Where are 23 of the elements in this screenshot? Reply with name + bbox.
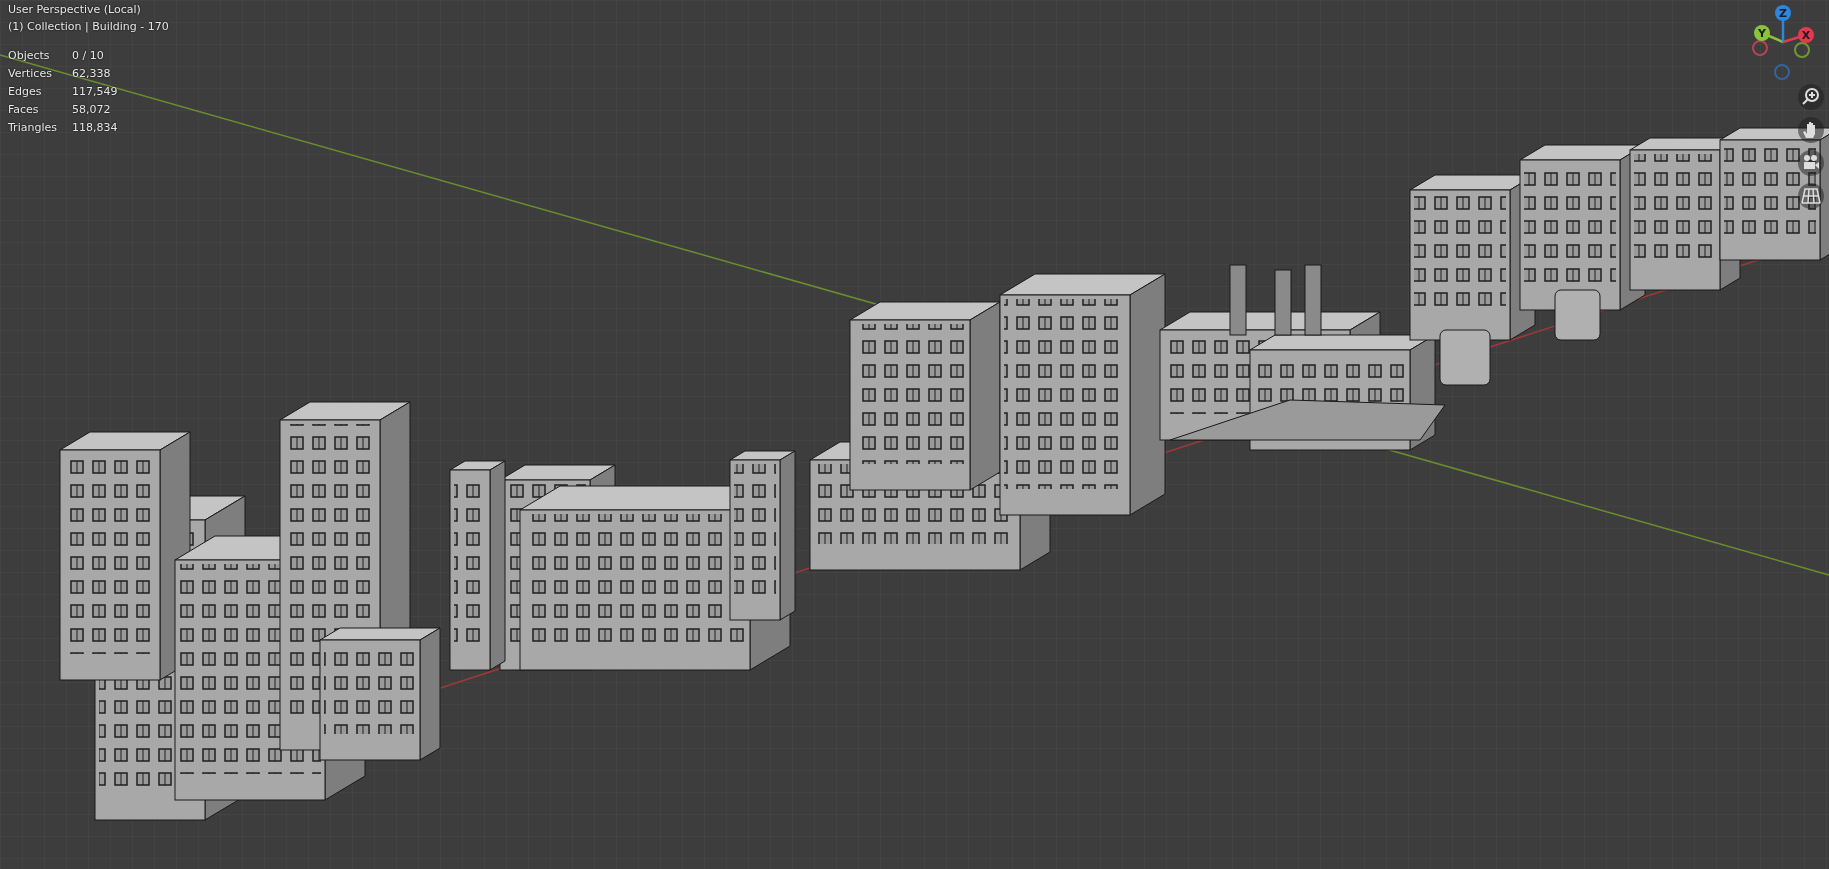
- stat-value: 118,834: [72, 120, 118, 136]
- axis-handle[interactable]: Y: [1754, 25, 1770, 41]
- stat-label: Faces: [8, 102, 39, 118]
- negative-axis-handle[interactable]: [1774, 64, 1790, 80]
- stat-value: 62,338: [72, 66, 111, 82]
- camera-icon[interactable]: [1798, 150, 1824, 176]
- grid-icon[interactable]: [1798, 183, 1824, 209]
- stat-label: Objects: [8, 48, 50, 64]
- negative-axis-handle[interactable]: [1794, 42, 1810, 58]
- hand-icon[interactable]: [1798, 117, 1824, 143]
- stat-value: 117,549: [72, 84, 118, 100]
- stat-label: Vertices: [8, 66, 52, 82]
- stat-value: 58,072: [72, 102, 111, 118]
- active-object-label: (1) Collection | Building - 170: [8, 19, 169, 35]
- 3d-viewport[interactable]: User Perspective (Local) (1) Collection | Building - 170 Objects 0 / 10 Vertices 62,338 Edges 117,549 Faces 58,072 Triangles 118,834 Y X Z: [0, 0, 1829, 869]
- axis-handle[interactable]: Z: [1775, 5, 1791, 21]
- negative-axis-handle[interactable]: [1752, 40, 1768, 56]
- stat-label: Edges: [8, 84, 42, 100]
- zoom-icon[interactable]: [1798, 84, 1824, 110]
- axis-handle[interactable]: X: [1798, 27, 1814, 43]
- stat-value: 0 / 10: [72, 48, 104, 64]
- stat-label: Triangles: [8, 120, 57, 136]
- view-name: User Perspective (Local): [8, 2, 141, 18]
